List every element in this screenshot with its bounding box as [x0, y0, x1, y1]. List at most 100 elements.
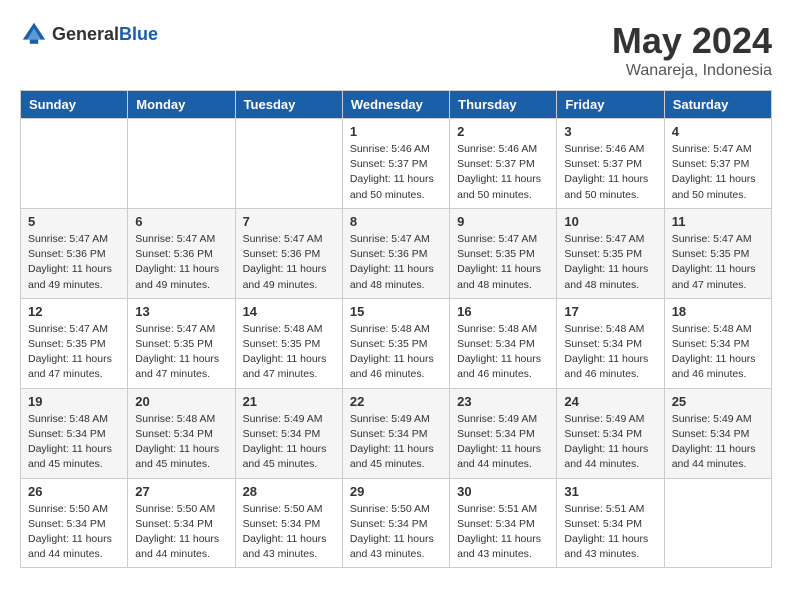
- day-number: 15: [350, 304, 442, 319]
- header-saturday: Saturday: [664, 91, 771, 119]
- calendar-location: Wanareja, Indonesia: [612, 62, 772, 80]
- logo-general: General: [52, 24, 119, 44]
- day-info: Sunrise: 5:51 AM Sunset: 5:34 PM Dayligh…: [457, 502, 549, 563]
- day-number: 25: [672, 394, 764, 409]
- table-row: 26 Sunrise: 5:50 AM Sunset: 5:34 PM Dayli…: [21, 478, 128, 568]
- table-row: 25Sunrise: 5:49 AM Sunset: 5:34 PM Dayli…: [664, 388, 771, 478]
- day-info: Sunrise: 5:46 AM Sunset: 5:37 PM Dayligh…: [350, 142, 442, 203]
- day-number: 27: [135, 484, 227, 499]
- day-info: Sunrise: 5:47 AM Sunset: 5:35 PM Dayligh…: [457, 232, 549, 293]
- day-number: 10: [564, 214, 656, 229]
- logo: GeneralBlue: [20, 20, 158, 48]
- day-number: 13: [135, 304, 227, 319]
- table-row: 29 Sunrise: 5:50 AM Sunset: 5:34 PM Dayli…: [342, 478, 449, 568]
- day-number: 5: [28, 214, 120, 229]
- week-row-5: 26 Sunrise: 5:50 AM Sunset: 5:34 PM Dayli…: [21, 478, 772, 568]
- table-row: 27 Sunrise: 5:50 AM Sunset: 5:34 PM Dayli…: [128, 478, 235, 568]
- table-row: 6 Sunrise: 5:47 AM Sunset: 5:36 PM Daylig…: [128, 208, 235, 298]
- table-row: 1 Sunrise: 5:46 AM Sunset: 5:37 PM Daylig…: [342, 119, 449, 209]
- day-number: 14: [243, 304, 335, 319]
- day-number: 30: [457, 484, 549, 499]
- table-row: 10 Sunrise: 5:47 AM Sunset: 5:35 PM Dayli…: [557, 208, 664, 298]
- day-info: Sunrise: 5:46 AM Sunset: 5:37 PM Dayligh…: [564, 142, 656, 203]
- day-info: Sunrise: 5:50 AM Sunset: 5:34 PM Dayligh…: [135, 502, 227, 563]
- table-row: 31 Sunrise: 5:51 AM Sunset: 5:34 PM Dayli…: [557, 478, 664, 568]
- table-row: [235, 119, 342, 209]
- table-row: 28Sunrise: 5:50 AM Sunset: 5:34 PM Dayli…: [235, 478, 342, 568]
- week-row-3: 12 Sunrise: 5:47 AM Sunset: 5:35 PM Dayli…: [21, 298, 772, 388]
- day-number: 12: [28, 304, 120, 319]
- day-number: 2: [457, 124, 549, 139]
- table-row: 21Sunrise: 5:49 AM Sunset: 5:34 PM Dayli…: [235, 388, 342, 478]
- header-thursday: Thursday: [450, 91, 557, 119]
- day-number: 9: [457, 214, 549, 229]
- table-row: 14 Sunrise: 5:48 AM Sunset: 5:35 PM Dayli…: [235, 298, 342, 388]
- day-info: Sunrise: 5:47 AM Sunset: 5:35 PM Dayligh…: [135, 322, 227, 383]
- week-row-2: 5 Sunrise: 5:47 AM Sunset: 5:36 PM Daylig…: [21, 208, 772, 298]
- day-info: Sunrise: 5:48 AM Sunset: 5:34 PM Dayligh…: [135, 412, 227, 473]
- day-number: 20: [135, 394, 227, 409]
- day-info: Sunrise: 5:47 AM Sunset: 5:36 PM Dayligh…: [243, 232, 335, 293]
- day-info: Sunrise: 5:47 AM Sunset: 5:36 PM Dayligh…: [135, 232, 227, 293]
- day-number: 31: [564, 484, 656, 499]
- day-number: 22: [350, 394, 442, 409]
- day-number: 8: [350, 214, 442, 229]
- logo-blue: Blue: [119, 24, 158, 44]
- day-info: Sunrise: 5:46 AM Sunset: 5:37 PM Dayligh…: [457, 142, 549, 203]
- table-row: 12 Sunrise: 5:47 AM Sunset: 5:35 PM Dayli…: [21, 298, 128, 388]
- day-info: Sunrise: 5:48 AM Sunset: 5:35 PM Dayligh…: [243, 322, 335, 383]
- day-number: 16: [457, 304, 549, 319]
- table-row: 18 Sunrise: 5:48 AM Sunset: 5:34 PM Dayli…: [664, 298, 771, 388]
- day-info: Sunrise: 5:50 AM Sunset: 5:34 PM Dayligh…: [350, 502, 442, 563]
- day-number: 26: [28, 484, 120, 499]
- calendar-title: May 2024: [612, 20, 772, 62]
- table-row: 11 Sunrise: 5:47 AM Sunset: 5:35 PM Dayli…: [664, 208, 771, 298]
- day-number: 23: [457, 394, 549, 409]
- day-info: Sunrise: 5:47 AM Sunset: 5:36 PM Dayligh…: [28, 232, 120, 293]
- day-info: Sunrise: 5:49 AM Sunset: 5:34 PM Dayligh…: [243, 412, 335, 473]
- day-info: Sunrise: 5:50 AM Sunset: 5:34 PM Dayligh…: [28, 502, 120, 563]
- day-info: Sunrise: 5:48 AM Sunset: 5:34 PM Dayligh…: [28, 412, 120, 473]
- day-number: 18: [672, 304, 764, 319]
- table-row: 17Sunrise: 5:48 AM Sunset: 5:34 PM Dayli…: [557, 298, 664, 388]
- header-tuesday: Tuesday: [235, 91, 342, 119]
- day-info: Sunrise: 5:47 AM Sunset: 5:35 PM Dayligh…: [672, 232, 764, 293]
- day-info: Sunrise: 5:47 AM Sunset: 5:35 PM Dayligh…: [28, 322, 120, 383]
- logo-icon: [20, 20, 48, 48]
- header-sunday: Sunday: [21, 91, 128, 119]
- day-number: 1: [350, 124, 442, 139]
- header-friday: Friday: [557, 91, 664, 119]
- table-row: [21, 119, 128, 209]
- table-row: 7Sunrise: 5:47 AM Sunset: 5:36 PM Daylig…: [235, 208, 342, 298]
- day-info: Sunrise: 5:51 AM Sunset: 5:34 PM Dayligh…: [564, 502, 656, 563]
- table-row: 23 Sunrise: 5:49 AM Sunset: 5:34 PM Dayli…: [450, 388, 557, 478]
- table-row: 5 Sunrise: 5:47 AM Sunset: 5:36 PM Daylig…: [21, 208, 128, 298]
- day-info: Sunrise: 5:47 AM Sunset: 5:36 PM Dayligh…: [350, 232, 442, 293]
- day-info: Sunrise: 5:49 AM Sunset: 5:34 PM Dayligh…: [457, 412, 549, 473]
- day-info: Sunrise: 5:47 AM Sunset: 5:35 PM Dayligh…: [564, 232, 656, 293]
- table-row: 3 Sunrise: 5:46 AM Sunset: 5:37 PM Daylig…: [557, 119, 664, 209]
- table-row: [664, 478, 771, 568]
- day-info: Sunrise: 5:49 AM Sunset: 5:34 PM Dayligh…: [564, 412, 656, 473]
- day-number: 17: [564, 304, 656, 319]
- header-monday: Monday: [128, 91, 235, 119]
- day-info: Sunrise: 5:49 AM Sunset: 5:34 PM Dayligh…: [350, 412, 442, 473]
- day-number: 28: [243, 484, 335, 499]
- day-info: Sunrise: 5:48 AM Sunset: 5:34 PM Dayligh…: [457, 322, 549, 383]
- day-number: 3: [564, 124, 656, 139]
- day-info: Sunrise: 5:48 AM Sunset: 5:34 PM Dayligh…: [672, 322, 764, 383]
- table-row: 24 Sunrise: 5:49 AM Sunset: 5:34 PM Dayli…: [557, 388, 664, 478]
- week-row-4: 19 Sunrise: 5:48 AM Sunset: 5:34 PM Dayli…: [21, 388, 772, 478]
- table-row: 22 Sunrise: 5:49 AM Sunset: 5:34 PM Dayli…: [342, 388, 449, 478]
- day-number: 11: [672, 214, 764, 229]
- calendar-table: Sunday Monday Tuesday Wednesday Thursday…: [20, 90, 772, 568]
- table-row: 19 Sunrise: 5:48 AM Sunset: 5:34 PM Dayli…: [21, 388, 128, 478]
- day-number: 24: [564, 394, 656, 409]
- day-number: 29: [350, 484, 442, 499]
- weekday-header-row: Sunday Monday Tuesday Wednesday Thursday…: [21, 91, 772, 119]
- day-number: 6: [135, 214, 227, 229]
- header-wednesday: Wednesday: [342, 91, 449, 119]
- table-row: 8 Sunrise: 5:47 AM Sunset: 5:36 PM Daylig…: [342, 208, 449, 298]
- day-info: Sunrise: 5:48 AM Sunset: 5:35 PM Dayligh…: [350, 322, 442, 383]
- day-number: 19: [28, 394, 120, 409]
